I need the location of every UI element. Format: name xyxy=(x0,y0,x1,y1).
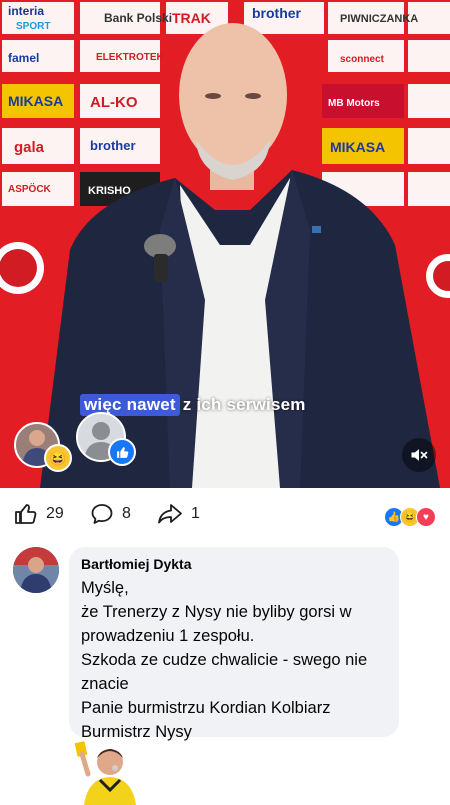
action-bar: 29 8 1 👍 😆 ♥ xyxy=(0,488,450,540)
like-count: 29 xyxy=(46,505,64,522)
reaction-summary[interactable]: 👍 😆 ♥ xyxy=(384,507,436,527)
comment-bubble: Bartłomiej Dykta Myślę, że Trenerzy z Ny… xyxy=(69,547,399,741)
comment-line: prowadzeniu 1 zespołu. xyxy=(81,627,255,645)
comment-line: Myślę, xyxy=(81,579,129,597)
comment-line: że Trenerzy z Nysy nie byliby gorsi w xyxy=(81,603,352,621)
comment-text: Myślę, że Trenerzy z Nysy nie byliby gor… xyxy=(81,576,393,744)
video-player[interactable]: interia SPORT Bank Polski TRAK brother PI… xyxy=(0,0,450,488)
video-caption: więc nawet z ich serwisem xyxy=(80,393,306,417)
thumbs-up-icon xyxy=(108,438,136,466)
comment-line: Szkoda ze cudze chwalicie - swego nie xyxy=(81,651,368,669)
comment-count: 8 xyxy=(122,505,131,522)
caption-text: z ich serwisem xyxy=(182,395,306,414)
thumbs-up-outline-icon xyxy=(15,504,37,524)
share-button[interactable]: 1 xyxy=(157,502,200,526)
love-reaction-icon: ♥ xyxy=(416,507,436,527)
comment-author-name[interactable]: Bartłomiej Dykta xyxy=(81,556,191,572)
like-button[interactable]: 29 xyxy=(14,502,64,526)
share-count: 1 xyxy=(191,505,200,522)
comment-line: Panie burmistrzu Kordian Kolbiarz xyxy=(81,699,331,717)
mute-button[interactable] xyxy=(402,438,436,472)
author-photo xyxy=(13,547,59,593)
speaker-muted-icon xyxy=(411,449,428,461)
comment-author-avatar[interactable] xyxy=(13,547,59,593)
share-arrow-icon xyxy=(158,504,182,524)
comment-line: znacie xyxy=(81,675,129,693)
referee-sticker[interactable] xyxy=(70,740,150,805)
laughing-emoji-icon: 😆 xyxy=(44,444,72,472)
comment-button[interactable]: 8 xyxy=(90,502,131,526)
comment-bubble-icon xyxy=(91,504,113,524)
